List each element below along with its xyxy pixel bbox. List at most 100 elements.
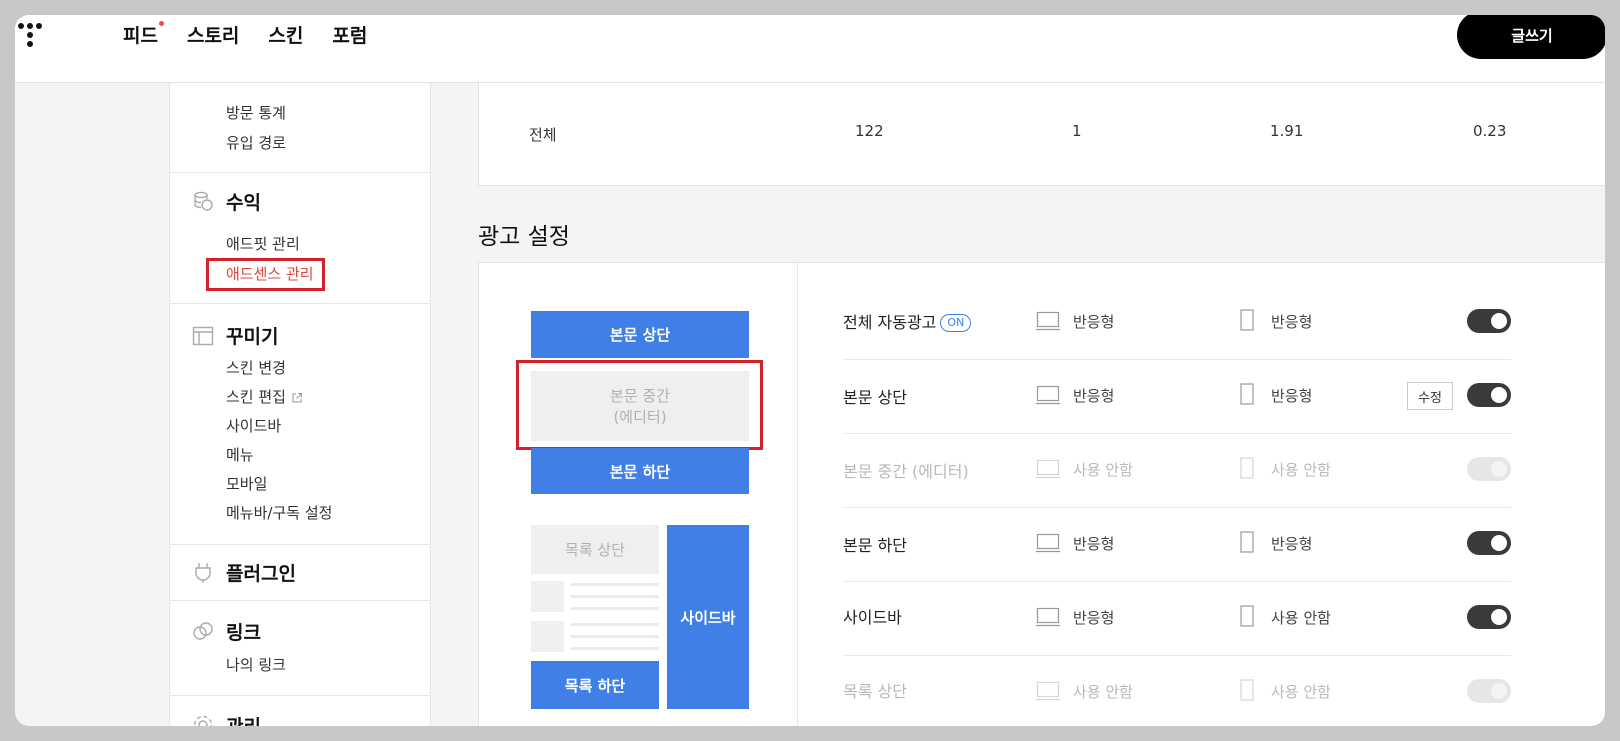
adsense-highlight-box bbox=[206, 258, 325, 291]
ad-row-name: 목록 상단 bbox=[843, 682, 907, 701]
sidebar-item-visit-stats[interactable]: 방문 통계 bbox=[226, 102, 286, 123]
list-line-placeholder bbox=[571, 595, 659, 598]
mobile-option[interactable]: 사용 안함 bbox=[1271, 681, 1331, 702]
mobile-icon bbox=[1240, 679, 1254, 701]
desktop-icon bbox=[1036, 311, 1060, 331]
layout-icon bbox=[192, 326, 214, 346]
sidebar-divider bbox=[170, 695, 430, 696]
list-line-placeholder bbox=[571, 583, 659, 586]
ad-row-toggle[interactable] bbox=[1467, 679, 1511, 703]
gear-icon bbox=[193, 715, 213, 726]
toggle-knob bbox=[1491, 387, 1507, 403]
sidebar-divider bbox=[170, 303, 430, 304]
ad-row-name: 본문 상단 bbox=[843, 388, 907, 407]
sidebar-item-skin-edit[interactable]: 스킨 편집 bbox=[226, 386, 303, 407]
ad-row-name: 전체 자동광고 ON bbox=[843, 309, 972, 333]
tistory-logo-icon[interactable] bbox=[15, 19, 55, 59]
pc-option[interactable]: 반응형 bbox=[1073, 385, 1114, 406]
plug-icon bbox=[195, 563, 211, 583]
ad-row-name: 본문 중간 (에디터) bbox=[843, 462, 969, 481]
mobile-icon bbox=[1240, 309, 1254, 331]
sidebar-item-mobile[interactable]: 모바일 bbox=[226, 473, 267, 494]
app-window: 피드 스토리 스킨 포럼 글쓰기 방문 통계 유입 경로 수익 애드핏 관리 애… bbox=[15, 15, 1605, 726]
desktop-icon bbox=[1036, 681, 1060, 701]
sidebar-item-skin-change[interactable]: 스킨 변경 bbox=[226, 357, 286, 378]
list-thumb-placeholder bbox=[531, 581, 564, 612]
sidebar-divider bbox=[170, 600, 430, 601]
sidebar-section-link[interactable]: 링크 bbox=[226, 618, 261, 645]
stats-value: 1.91 bbox=[1270, 122, 1304, 140]
toggle-knob bbox=[1491, 683, 1507, 699]
pc-option[interactable]: 반응형 bbox=[1073, 533, 1114, 554]
stats-row-label: 전체 bbox=[529, 126, 557, 144]
preview-body-top[interactable]: 본문 상단 bbox=[531, 311, 749, 358]
mobile-option[interactable]: 반응형 bbox=[1271, 311, 1312, 332]
main-nav: 피드 스토리 스킨 포럼 bbox=[123, 21, 367, 48]
pc-option[interactable]: 반응형 bbox=[1073, 311, 1114, 332]
mobile-option[interactable]: 사용 안함 bbox=[1271, 607, 1331, 628]
ad-row-toggle[interactable] bbox=[1467, 457, 1511, 481]
mobile-icon bbox=[1240, 605, 1254, 627]
nav-feed[interactable]: 피드 bbox=[123, 21, 164, 48]
edit-button[interactable]: 수정 bbox=[1407, 382, 1453, 410]
ad-row-sidebar: 사이드바 반응형 사용 안함 bbox=[843, 581, 1511, 656]
sidebar-item-referrer[interactable]: 유입 경로 bbox=[226, 132, 286, 153]
ad-row-auto: 전체 자동광고 ON 반응형 반응형 bbox=[843, 285, 1511, 360]
list-line-placeholder bbox=[571, 635, 659, 638]
ad-row-list-top: 목록 상단 사용 안함 사용 안함 bbox=[843, 655, 1511, 726]
sidebar-divider bbox=[170, 172, 430, 173]
ad-settings-title: 광고 설정 bbox=[478, 224, 570, 250]
write-button[interactable]: 글쓰기 bbox=[1457, 15, 1605, 59]
ad-row-toggle[interactable] bbox=[1467, 605, 1511, 629]
mobile-option[interactable]: 사용 안함 bbox=[1271, 459, 1331, 480]
mobile-icon bbox=[1240, 383, 1254, 405]
list-thumb-placeholder bbox=[531, 621, 564, 652]
ad-row-toggle[interactable] bbox=[1467, 531, 1511, 555]
list-line-placeholder bbox=[571, 623, 659, 626]
pc-option[interactable]: 사용 안함 bbox=[1073, 681, 1133, 702]
preview-body-bottom[interactable]: 본문 하단 bbox=[531, 448, 749, 494]
sidebar: 방문 통계 유입 경로 수익 애드핏 관리 애드센스 관리 꾸미기 스킨 변경 … bbox=[169, 82, 431, 726]
list-line-placeholder bbox=[571, 607, 659, 610]
nav-forum[interactable]: 포럼 bbox=[332, 21, 367, 48]
body-middle-highlight-box bbox=[516, 360, 763, 450]
pc-option[interactable]: 사용 안함 bbox=[1073, 459, 1133, 480]
sidebar-item-skin-edit-label: 스킨 편집 bbox=[226, 388, 286, 406]
on-badge: ON bbox=[940, 314, 972, 332]
toggle-knob bbox=[1491, 313, 1507, 329]
sidebar-section-plugin[interactable]: 플러그인 bbox=[226, 559, 296, 586]
ad-row-toggle[interactable] bbox=[1467, 309, 1511, 333]
mobile-icon bbox=[1240, 531, 1254, 553]
nav-feed-label: 피드 bbox=[123, 25, 158, 47]
stats-value: 1 bbox=[1072, 122, 1082, 140]
nav-skin[interactable]: 스킨 bbox=[268, 21, 303, 48]
sidebar-section-manage[interactable]: 관리 bbox=[226, 712, 261, 726]
new-notification-dot bbox=[158, 21, 164, 26]
sidebar-item-adfit[interactable]: 애드핏 관리 bbox=[226, 233, 300, 254]
ad-row-body-middle: 본문 중간 (에디터) 사용 안함 사용 안함 bbox=[843, 433, 1511, 508]
toggle-knob bbox=[1491, 609, 1507, 625]
preview-list-top[interactable]: 목록 상단 bbox=[531, 525, 659, 574]
desktop-icon bbox=[1036, 385, 1060, 405]
sidebar-item-my-link[interactable]: 나의 링크 bbox=[226, 654, 286, 675]
toggle-knob bbox=[1491, 535, 1507, 551]
sidebar-section-decorate[interactable]: 꾸미기 bbox=[226, 322, 278, 349]
mobile-option[interactable]: 반응형 bbox=[1271, 533, 1312, 554]
coins-icon bbox=[194, 191, 213, 211]
mobile-option[interactable]: 반응형 bbox=[1271, 385, 1312, 406]
ad-row-name: 사이드바 bbox=[843, 608, 902, 627]
desktop-icon bbox=[1036, 459, 1060, 479]
ad-row-toggle[interactable] bbox=[1467, 383, 1511, 407]
nav-story[interactable]: 스토리 bbox=[187, 21, 239, 48]
stats-value: 0.23 bbox=[1473, 122, 1507, 140]
preview-list-bottom[interactable]: 목록 하단 bbox=[531, 661, 659, 709]
pc-option[interactable]: 반응형 bbox=[1073, 607, 1114, 628]
preview-sidebar[interactable]: 사이드바 bbox=[667, 525, 749, 709]
sidebar-item-menubar-subscribe[interactable]: 메뉴바/구독 설정 bbox=[226, 502, 332, 523]
sidebar-item-sidebar[interactable]: 사이드바 bbox=[226, 415, 281, 436]
sidebar-item-menu[interactable]: 메뉴 bbox=[226, 444, 254, 465]
desktop-icon bbox=[1036, 607, 1060, 627]
mobile-icon bbox=[1240, 457, 1254, 479]
toggle-knob bbox=[1491, 461, 1507, 477]
sidebar-section-revenue[interactable]: 수익 bbox=[226, 188, 261, 215]
